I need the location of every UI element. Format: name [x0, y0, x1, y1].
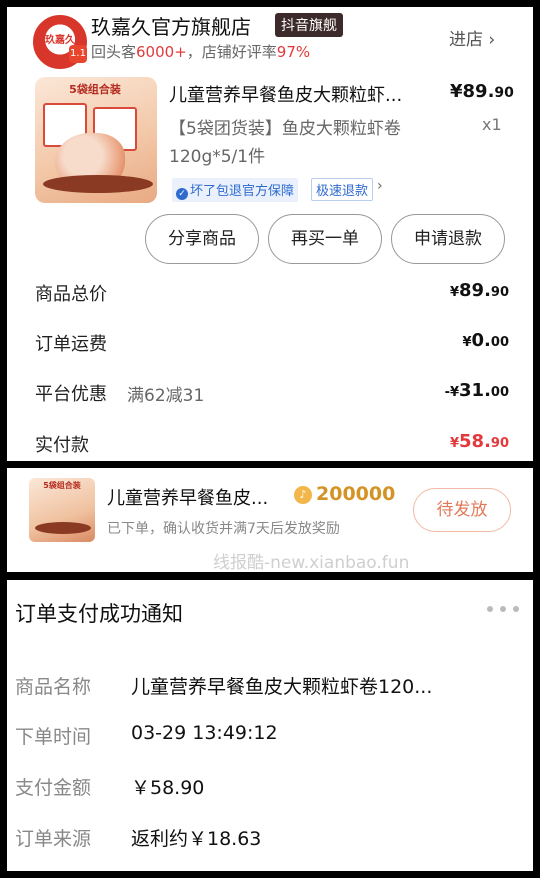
payment-notice: 订单支付成功通知 商品名称 儿童营养早餐鱼皮大颗粒虾卷120... 下单时间 0… — [7, 580, 533, 871]
paid-row: 实付款 ¥58.90 — [35, 431, 509, 457]
enter-store-link[interactable]: 进店 › — [449, 25, 495, 50]
notice-value: 儿童营养早餐鱼皮大颗粒虾卷120... — [131, 676, 433, 698]
total-price-label: 商品总价 — [35, 284, 107, 305]
currency-symbol: ¥ — [462, 335, 472, 350]
amount-dec: 00 — [490, 385, 509, 400]
notice-key: 支付金额 — [15, 777, 92, 799]
product-image[interactable]: 5袋组合装 — [35, 77, 157, 203]
total-price-row: 商品总价 ¥89.90 — [35, 280, 509, 306]
guarantee-badge[interactable]: ✓ 坏了包退官方保障 — [172, 178, 299, 202]
request-refund-button[interactable]: 申请退款 — [391, 214, 505, 264]
more-options-icon[interactable] — [487, 606, 519, 614]
amount-int: 89. — [459, 280, 491, 301]
rebate-image-label: 5袋组合装 — [43, 481, 81, 490]
buy-again-button[interactable]: 再买一单 — [268, 214, 382, 264]
dot — [487, 606, 493, 612]
store-logo-text: 玖嘉久 — [45, 35, 75, 46]
currency-symbol: ¥ — [449, 285, 460, 300]
plate-shape — [43, 175, 153, 193]
paid-value: ¥58.90 — [450, 431, 509, 452]
currency-symbol: -¥ — [444, 385, 460, 400]
dot — [513, 606, 519, 612]
product-title[interactable]: 儿童营养早餐鱼皮大颗粒虾... — [169, 81, 425, 107]
store-name[interactable]: 玖嘉久官方旗舰店 — [91, 11, 251, 40]
watermark: 线报酷-new.xianbao.fun — [213, 553, 410, 573]
discount-label: 平台优惠 — [35, 384, 107, 405]
good-rate-value: 97% — [276, 43, 311, 61]
product-price: ¥89.90 — [450, 81, 514, 102]
amount-dec: 00 — [490, 335, 509, 350]
store-logo[interactable]: 玖嘉久 1.1 — [33, 15, 87, 69]
rebate-description: 已下单，确认收货并满7天后发放奖励 — [107, 521, 340, 537]
amount-dec: 90 — [490, 436, 509, 451]
product-price-int: ¥89. — [450, 81, 495, 102]
product-price-dec: 90 — [494, 85, 514, 101]
rebate-product-image[interactable]: 5袋组合装 — [29, 478, 95, 542]
amount-int: 0. — [471, 330, 491, 351]
repeat-customers-count: 6000+ — [136, 43, 187, 61]
notice-key: 订单来源 — [15, 828, 92, 850]
discount-value: -¥31.00 — [445, 380, 509, 401]
fast-refund-tag[interactable]: 极速退款 — [311, 178, 374, 201]
pending-payout-button[interactable]: 待发放 — [413, 488, 511, 532]
store-sub-middle: ，店铺好评率 — [186, 43, 277, 61]
shipping-row: 订单运费 ¥0.00 — [35, 330, 509, 356]
notice-value: 返利约￥18.63 — [131, 828, 262, 850]
amount-dec: 90 — [490, 285, 509, 300]
paid-label: 实付款 — [35, 435, 89, 456]
store-stats: 回头客6000+，店铺好评率97% — [91, 41, 310, 62]
store-logo-badge: 1.1 — [69, 45, 87, 63]
rebate-card: 5袋组合装 儿童营养早餐鱼皮... ♪ 200000 已下单，确认收货并满7天后… — [7, 468, 533, 573]
product-quantity: x1 — [482, 115, 502, 134]
notice-key: 商品名称 — [15, 676, 92, 698]
discount-row: 平台优惠 满62减31 -¥31.00 — [35, 380, 509, 406]
order-card: 玖嘉久 1.1 玖嘉久官方旗舰店 抖音旗舰 回头客6000+，店铺好评率97% … — [7, 7, 533, 461]
plate-shape — [35, 522, 91, 534]
shield-check-icon: ✓ — [176, 188, 188, 200]
coin-icon: ♪ — [294, 486, 312, 504]
store-sub-prefix: 回头客 — [91, 43, 137, 61]
rebate-product-title[interactable]: 儿童营养早餐鱼皮... — [107, 484, 293, 510]
notice-value: 03-29 13:49:12 — [131, 722, 278, 744]
notice-key: 下单时间 — [15, 726, 92, 748]
amount-int: 58. — [459, 431, 491, 452]
shipping-label: 订单运费 — [35, 334, 107, 355]
share-product-button[interactable]: 分享商品 — [145, 214, 259, 264]
total-price-value: ¥89.90 — [450, 280, 509, 301]
guarantee-label: 坏了包退官方保障 — [190, 184, 295, 199]
product-spec: 【5袋团货装】鱼皮大颗粒虾卷120g*5/1件 — [169, 119, 401, 167]
dot — [500, 606, 506, 612]
currency-symbol: ¥ — [449, 436, 460, 451]
amount-int: 31. — [459, 380, 491, 401]
discount-rule: 满62减31 — [127, 386, 205, 406]
notice-value: ￥58.90 — [131, 777, 205, 799]
chevron-right-icon[interactable]: › — [377, 178, 383, 194]
notice-title: 订单支付成功通知 — [15, 602, 183, 626]
shipping-value: ¥0.00 — [462, 330, 509, 351]
coin-amount: 200000 — [316, 483, 396, 505]
product-image-label: 5袋组合装 — [69, 83, 121, 96]
store-tag-badge: 抖音旗舰 — [275, 13, 343, 37]
